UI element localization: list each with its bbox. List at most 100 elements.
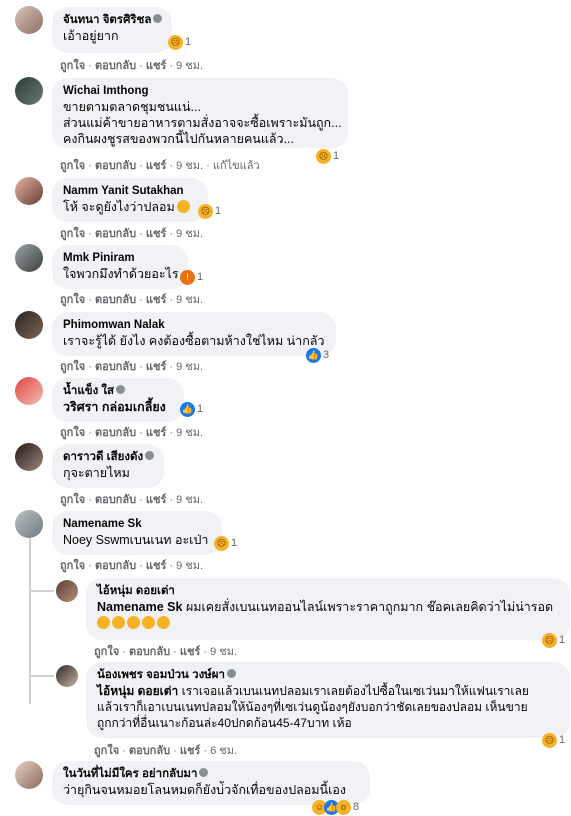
reply-link[interactable]: ตอบกลับ bbox=[95, 494, 136, 506]
avatar[interactable] bbox=[15, 77, 43, 105]
mention-tag[interactable]: วริศรา กล่อมเกลี้ยง bbox=[63, 400, 166, 414]
comment-bubble: Phimomwan Nalak เราจะรู้ได้ ยังไง คงต้อง… bbox=[52, 312, 336, 356]
avatar[interactable] bbox=[15, 443, 43, 471]
comment-actions: ถูกใจ · ตอบกลับ · แชร์ · 9 ชม. bbox=[60, 427, 204, 439]
sad-reaction-icon: ☹ bbox=[316, 148, 331, 164]
like-reaction-icon: 👍 bbox=[306, 347, 321, 363]
like-link[interactable]: ถูกใจ bbox=[60, 560, 85, 572]
reply-link[interactable]: ตอบกลับ bbox=[129, 646, 170, 658]
avatar[interactable] bbox=[15, 244, 43, 272]
share-link[interactable]: แชร์ bbox=[146, 427, 166, 439]
commenter-name[interactable]: Mmk Piniram bbox=[63, 251, 177, 266]
share-link[interactable]: แชร์ bbox=[146, 60, 166, 72]
commenter-name[interactable]: Wichai Imthong bbox=[63, 84, 337, 99]
avatar[interactable] bbox=[56, 580, 78, 602]
like-link[interactable]: ถูกใจ bbox=[60, 494, 85, 506]
mention-tag[interactable]: ไอ้หนุ่ม ดอยเต่า bbox=[97, 684, 178, 698]
sad-reaction-icon: ☹ bbox=[168, 34, 183, 50]
reaction-summary[interactable]: ☹ 1 bbox=[168, 33, 191, 51]
share-link[interactable]: แชร์ bbox=[146, 494, 166, 506]
comment-actions: ถูกใจ · ตอบกลับ · แชร์ · 9 ชม. bbox=[60, 361, 204, 373]
commenter-name[interactable]: จันทนา จิตรศิริชล bbox=[63, 14, 151, 26]
sad-reaction-icon: ☹ bbox=[542, 732, 557, 748]
edited-label[interactable]: แก้ไขแล้ว bbox=[213, 160, 260, 172]
reply-link[interactable]: ตอบกลับ bbox=[95, 361, 136, 373]
avatar[interactable] bbox=[56, 665, 78, 687]
comment-text: ผมเคยสั่งเบนเนทออนไลน์เพราะราคาถูกมาก ช๊… bbox=[185, 600, 554, 614]
reaction-summary[interactable]: 👍 1 bbox=[180, 400, 203, 418]
reaction-summary[interactable]: ! 1 bbox=[180, 268, 203, 286]
comment-bubble: จันทนา จิตรศิริชล เอ้าอยู่ยาก bbox=[52, 7, 172, 53]
reaction-summary[interactable]: ☺ 👍 o 8 bbox=[312, 798, 359, 816]
like-link[interactable]: ถูกใจ bbox=[60, 60, 85, 72]
reply-link[interactable]: ตอบกลับ bbox=[95, 294, 136, 306]
share-link[interactable]: แชร์ bbox=[146, 160, 166, 172]
commenter-name[interactable]: น้ำแข็ง ใส bbox=[63, 385, 114, 397]
like-link[interactable]: ถูกใจ bbox=[60, 361, 85, 373]
avatar[interactable] bbox=[15, 761, 43, 789]
comment-text: โห้ จะดูยังไงว่าปลอม bbox=[63, 200, 175, 214]
share-link[interactable]: แชร์ bbox=[146, 228, 166, 240]
reply-link[interactable]: ตอบกลับ bbox=[95, 560, 136, 572]
reply-link[interactable]: ตอบกลับ bbox=[95, 427, 136, 439]
commenter-name[interactable]: ในวันที่ไม่มีใคร อย่ากลับมา bbox=[63, 768, 197, 780]
sad-reaction-icon: ☹ bbox=[198, 203, 213, 219]
like-link[interactable]: ถูกใจ bbox=[94, 745, 119, 757]
like-link[interactable]: ถูกใจ bbox=[60, 228, 85, 240]
comment-actions: ถูกใจ · ตอบกลับ · แชร์ · 9 ชม. bbox=[60, 294, 204, 306]
avatar[interactable] bbox=[15, 311, 43, 339]
timestamp[interactable]: 9 ชม. bbox=[176, 560, 203, 572]
reaction-summary[interactable]: ☹ 1 bbox=[542, 731, 565, 749]
comment-text: ขายตามตลาดชุมชนแน่... bbox=[63, 100, 201, 114]
timestamp[interactable]: 9 ชม. bbox=[176, 294, 203, 306]
share-link[interactable]: แชร์ bbox=[146, 361, 166, 373]
avatar[interactable] bbox=[15, 377, 43, 405]
timestamp[interactable]: 6 ชม. bbox=[210, 745, 237, 757]
wow-reaction-icon: o bbox=[336, 799, 351, 815]
verified-badge-icon bbox=[199, 768, 209, 777]
reaction-summary[interactable]: ☹ 1 bbox=[198, 202, 221, 220]
reply-link[interactable]: ตอบกลับ bbox=[95, 60, 136, 72]
reaction-summary[interactable]: ☹ 1 bbox=[214, 534, 237, 552]
like-link[interactable]: ถูกใจ bbox=[60, 160, 85, 172]
comment-actions: ถูกใจ · ตอบกลับ · แชร์ · 9 ชม. bbox=[60, 560, 204, 572]
share-link[interactable]: แชร์ bbox=[180, 646, 200, 658]
comment-bubble: ไอ้หนุ่ม ดอยเต่า Namename Sk ผมเคยสั่งเบ… bbox=[86, 578, 570, 640]
commenter-name[interactable]: Namm Yanit Sutakhan bbox=[63, 184, 197, 199]
commenter-name[interactable]: Namename Sk bbox=[63, 517, 211, 532]
comment-text: ใจพวกมึงทำด้วยอะไร bbox=[63, 267, 179, 281]
timestamp[interactable]: 9 ชม. bbox=[176, 427, 203, 439]
reaction-summary[interactable]: ☹ 1 bbox=[542, 631, 565, 649]
mention-tag[interactable]: Namename Sk bbox=[97, 600, 182, 614]
like-link[interactable]: ถูกใจ bbox=[94, 646, 119, 658]
timestamp[interactable]: 9 ชม. bbox=[176, 60, 203, 72]
reply-link[interactable]: ตอบกลับ bbox=[95, 160, 136, 172]
commenter-name[interactable]: น้องเพชร จอมป่วน วงษ์ผา bbox=[97, 669, 225, 681]
reaction-summary[interactable]: 👍 3 bbox=[306, 346, 329, 364]
timestamp[interactable]: 9 ชม. bbox=[210, 646, 237, 658]
avatar[interactable] bbox=[15, 6, 43, 34]
reaction-summary[interactable]: ☹ 1 bbox=[316, 147, 339, 165]
timestamp[interactable]: 9 ชม. bbox=[176, 228, 203, 240]
verified-badge-icon bbox=[116, 385, 126, 394]
reply-link[interactable]: ตอบกลับ bbox=[129, 745, 170, 757]
share-link[interactable]: แชร์ bbox=[146, 560, 166, 572]
avatar[interactable] bbox=[15, 177, 43, 205]
like-link[interactable]: ถูกใจ bbox=[60, 427, 85, 439]
comment-text: เราจะรู้ได้ ยังไง คงต้องซื้อตามห้างใช่ไห… bbox=[63, 334, 325, 348]
comment-bubble: Wichai Imthong ขายตามตลาดชุมชนแน่... ส่ว… bbox=[52, 78, 348, 148]
share-link[interactable]: แชร์ bbox=[146, 294, 166, 306]
reply-link[interactable]: ตอบกลับ bbox=[95, 228, 136, 240]
comment-text: คงกินผงชูรสของพวกนี้ไปกันหลายคนแล้ว... bbox=[63, 132, 294, 146]
avatar[interactable] bbox=[15, 510, 43, 538]
comment-text: Noey Sswmเบนเนท อะเป่า bbox=[63, 533, 209, 547]
commenter-name[interactable]: Phimomwan Nalak bbox=[63, 318, 325, 333]
comment-text: ถูกกว่าที่อื่นเนาะก้อนล่ะ40ปกดก้อน45-47บ… bbox=[97, 716, 352, 730]
commenter-name[interactable]: ไอ้หนุ่ม ดอยเต่า bbox=[97, 584, 559, 599]
timestamp[interactable]: 9 ชม. bbox=[176, 160, 203, 172]
commenter-name[interactable]: ดาราวดี เสียงดัง bbox=[63, 451, 143, 463]
timestamp[interactable]: 9 ชม. bbox=[176, 494, 203, 506]
share-link[interactable]: แชร์ bbox=[180, 745, 200, 757]
timestamp[interactable]: 9 ชม. bbox=[176, 361, 203, 373]
like-link[interactable]: ถูกใจ bbox=[60, 294, 85, 306]
